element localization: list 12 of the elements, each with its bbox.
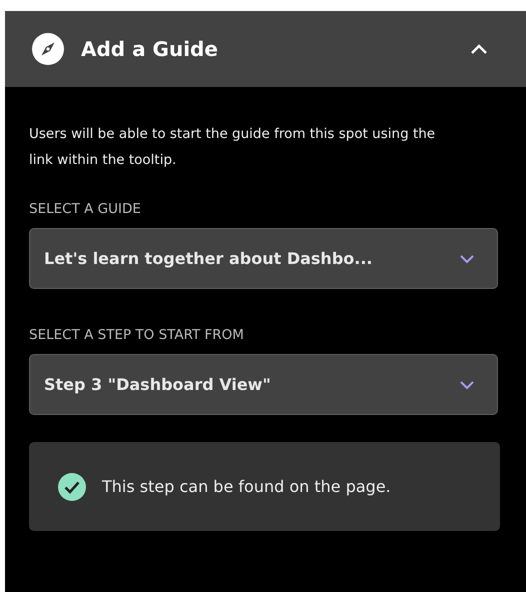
description-text: Users will be able to start the guide from this spot using the link within the tooltip. [29, 125, 436, 170]
field-label: SELECT A STEP TO START FROM [29, 327, 245, 343]
dropdown-select[interactable]: Let's learn together about Dashbo... [29, 228, 498, 289]
check-circle-icon [58, 472, 86, 500]
panel-header[interactable]: Add a Guide [5, 11, 526, 87]
compass-icon [32, 33, 64, 65]
chevron-down-icon [459, 254, 475, 264]
dropdown-select[interactable]: Step 3 "Dashboard View" [29, 354, 498, 415]
chevron-down-icon [459, 380, 475, 390]
panel-title: Add a Guide [81, 37, 218, 61]
field-label: SELECT A GUIDE [29, 201, 142, 217]
notice-text: This step can be found on the page. [102, 477, 391, 496]
